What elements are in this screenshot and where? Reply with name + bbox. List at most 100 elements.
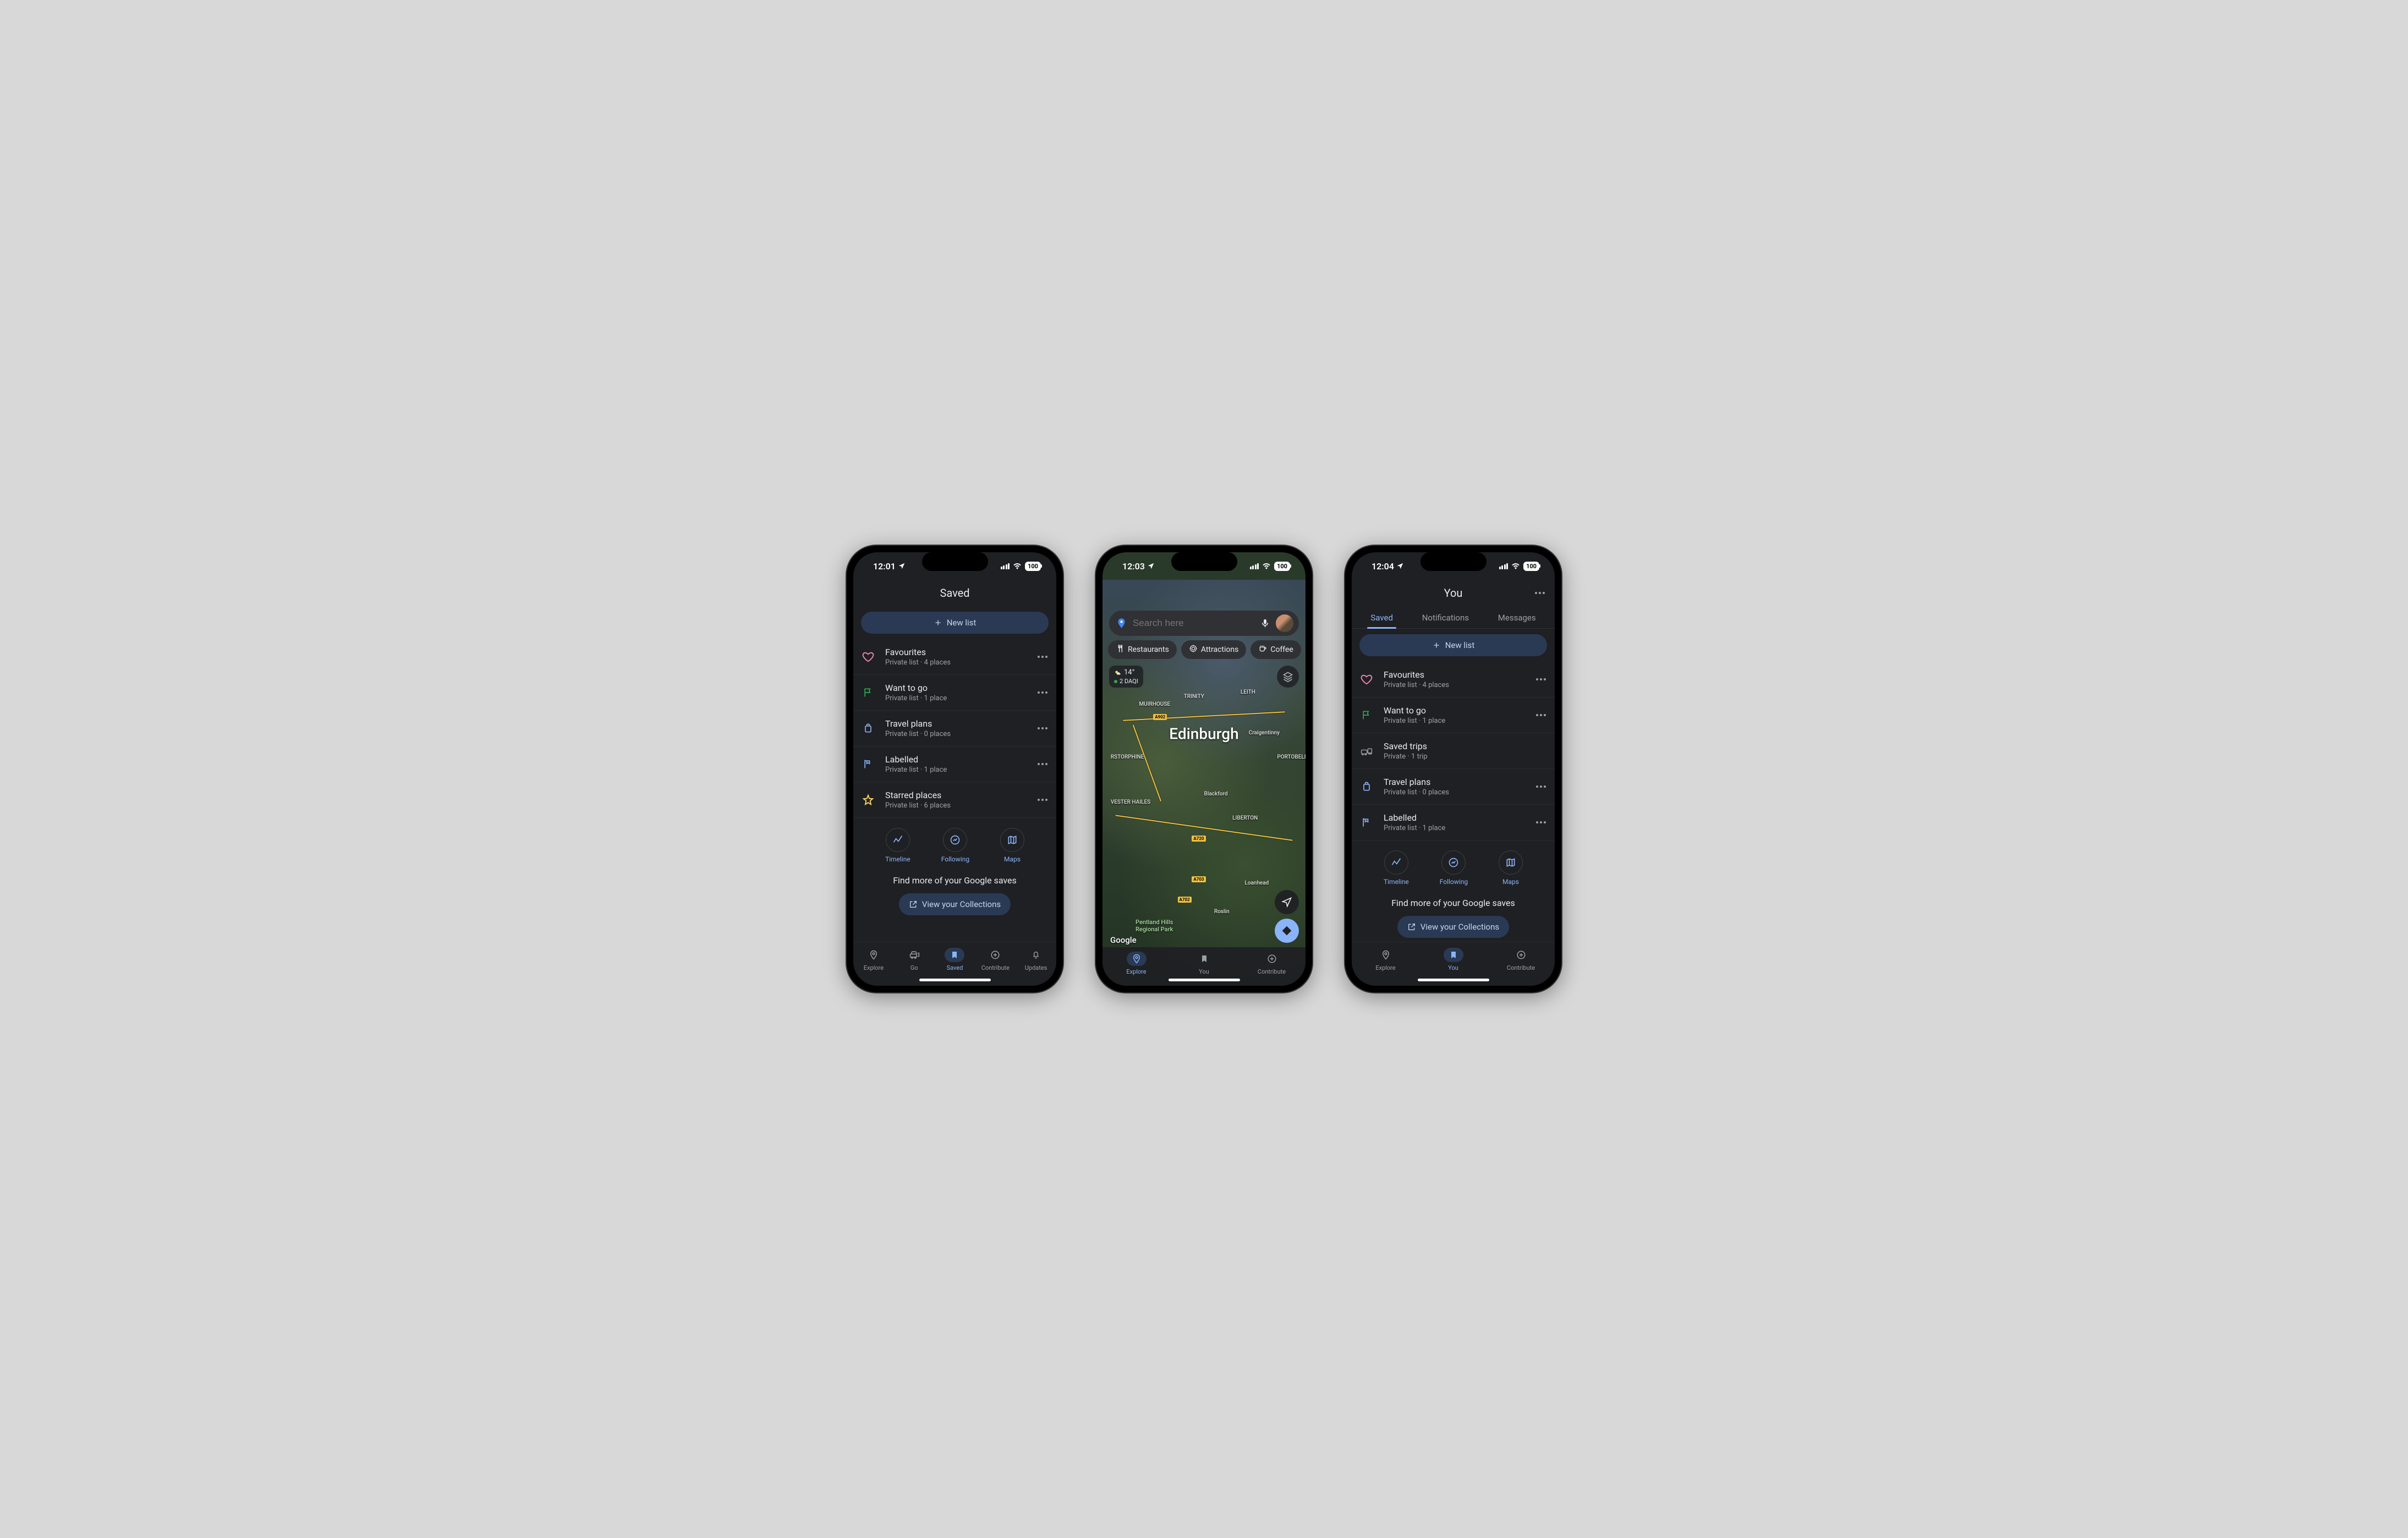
list-row-suitcase[interactable]: Travel plans Private list · 0 places [853, 711, 1056, 746]
action-label: Following [941, 855, 969, 863]
action-timeline[interactable]: Timeline [1384, 850, 1409, 886]
nav-contribute[interactable]: Contribute [1505, 948, 1538, 971]
nav-go[interactable]: Go [898, 948, 931, 971]
weather-icon [1114, 669, 1122, 677]
screen-saved: 12:01 100 Saved New list Favourites Priv [853, 552, 1056, 986]
category-chip-row[interactable]: Restaurants AttractionsCoffee [1108, 640, 1306, 659]
list-row-heart[interactable]: Favourites Private list · 4 places [853, 639, 1056, 675]
list-subtitle: Private list · 4 places [1384, 681, 1525, 689]
list-row-suitcase[interactable]: Travel plans Private list · 0 places [1352, 769, 1555, 805]
list-subtitle: Private list · 4 places [885, 658, 1027, 667]
list-row-label-flag[interactable]: Labelled Private list · 1 place [853, 746, 1056, 782]
label-flag-icon [1361, 816, 1373, 828]
battery-icon: 100 [1523, 562, 1539, 571]
nav-contribute[interactable]: Contribute [979, 948, 1012, 971]
nav-saved[interactable]: Saved [938, 948, 971, 971]
new-list-button[interactable]: New list [861, 612, 1049, 634]
new-list-button[interactable]: New list [1359, 634, 1547, 656]
plus-circle-icon [985, 948, 1005, 962]
tab-saved[interactable]: Saved [1367, 606, 1396, 628]
list-row-flag[interactable]: Want to go Private list · 1 place [1352, 697, 1555, 733]
chip-label: Restaurants [1128, 645, 1169, 654]
nav-label: Contribute [1505, 964, 1538, 971]
overflow-menu-button[interactable] [1535, 592, 1545, 594]
directions-button[interactable] [1275, 919, 1299, 943]
statusbar-time: 12:01 [873, 561, 896, 572]
view-collections-button[interactable]: View your Collections [899, 893, 1011, 915]
layers-button[interactable] [1277, 666, 1299, 688]
list-row-star[interactable]: Starred places Private list · 6 places [853, 782, 1056, 818]
open-external-icon [1407, 922, 1416, 931]
row-overflow-button[interactable] [1536, 821, 1546, 823]
home-indicator[interactable] [1169, 979, 1240, 981]
row-overflow-button[interactable] [1536, 678, 1546, 680]
action-following[interactable]: Following [941, 828, 969, 863]
row-overflow-button[interactable] [1038, 691, 1047, 694]
page-title: Saved [853, 580, 1056, 606]
row-overflow-button[interactable] [1536, 786, 1546, 788]
home-indicator[interactable] [1418, 979, 1489, 981]
list-title: Want to go [885, 683, 1027, 693]
action-timeline[interactable]: Timeline [885, 828, 910, 863]
chip-coffee[interactable]: Coffee [1250, 640, 1301, 659]
list-row-label-flag[interactable]: Labelled Private list · 1 place [1352, 805, 1555, 841]
view-collections-button[interactable]: View your Collections [1397, 916, 1509, 938]
list-title: Labelled [1384, 812, 1525, 823]
wifi-icon [1511, 563, 1520, 569]
location-arrow-icon [1396, 562, 1404, 570]
nav-explore[interactable]: Explore [1120, 952, 1153, 975]
row-overflow-button[interactable] [1038, 763, 1047, 765]
locate-me-button[interactable] [1275, 890, 1299, 914]
account-avatar[interactable] [1276, 614, 1293, 632]
list-title: Saved trips [1384, 741, 1546, 751]
nav-explore[interactable]: Explore [857, 948, 890, 971]
battery-icon: 100 [1274, 562, 1290, 571]
map-canvas[interactable]: A902A720A703A702 MUIRHOUSETRINITYLEITHCr… [1102, 580, 1306, 986]
search-input[interactable] [1133, 618, 1254, 629]
nav-updates[interactable]: Updates [1019, 948, 1052, 971]
location-arrow-icon [898, 562, 906, 570]
weather-badge[interactable]: 14° 2 DAQI [1109, 666, 1143, 688]
nav-you[interactable]: You [1188, 952, 1221, 975]
wifi-icon [1262, 563, 1271, 569]
row-overflow-button[interactable] [1038, 799, 1047, 801]
chip-restaurants[interactable]: Restaurants [1108, 640, 1177, 659]
cellular-signal-icon [1250, 563, 1259, 569]
statusbar-time: 12:04 [1372, 561, 1394, 572]
nav-you[interactable]: You [1437, 948, 1470, 971]
nav-contribute[interactable]: Contribute [1255, 952, 1288, 975]
phone-frame-3: 12:04 100 You Saved Notifications Messages… [1345, 546, 1561, 992]
list-subtitle: Private list · 0 places [885, 730, 1027, 738]
area-label: Craigentinny [1249, 730, 1280, 736]
phone-frame-1: 12:01 100 Saved New list Favourites Priv [847, 546, 1063, 992]
chip-attractions[interactable]: Attractions [1181, 640, 1247, 659]
notch [1171, 552, 1237, 571]
trips-icon [1361, 745, 1373, 757]
following-icon [1441, 850, 1466, 875]
list-row-trips[interactable]: Saved trips Private · 1 trip [1352, 733, 1555, 769]
row-overflow-button[interactable] [1038, 656, 1047, 658]
saved-lists: Favourites Private list · 4 places Want … [1352, 662, 1555, 841]
list-row-flag[interactable]: Want to go Private list · 1 place [853, 675, 1056, 711]
list-subtitle: Private list · 1 place [885, 766, 1027, 774]
content-scroll[interactable]: New list Favourites Private list · 4 pla… [1352, 629, 1555, 942]
road-label: A703 [1192, 876, 1205, 882]
tab-messages[interactable]: Messages [1495, 606, 1539, 628]
find-more-heading: Find more of your Google saves [1352, 898, 1555, 908]
tab-notifications[interactable]: Notifications [1419, 606, 1472, 628]
following-icon [943, 828, 967, 852]
heart-icon [1361, 673, 1373, 685]
action-maps[interactable]: Maps [1000, 828, 1024, 863]
list-row-heart[interactable]: Favourites Private list · 4 places [1352, 662, 1555, 697]
screen-you: 12:04 100 You Saved Notifications Messages… [1352, 552, 1555, 986]
action-following[interactable]: Following [1440, 850, 1468, 886]
row-overflow-button[interactable] [1536, 714, 1546, 716]
row-overflow-button[interactable] [1038, 727, 1047, 729]
nav-explore[interactable]: Explore [1369, 948, 1402, 971]
action-maps[interactable]: Maps [1499, 850, 1523, 886]
microphone-icon[interactable] [1260, 618, 1270, 629]
saved-lists: Favourites Private list · 4 places Want … [853, 639, 1056, 818]
home-indicator[interactable] [919, 979, 991, 981]
search-bar[interactable] [1109, 611, 1299, 636]
content-scroll[interactable]: New list Favourites Private list · 4 pla… [853, 606, 1056, 942]
